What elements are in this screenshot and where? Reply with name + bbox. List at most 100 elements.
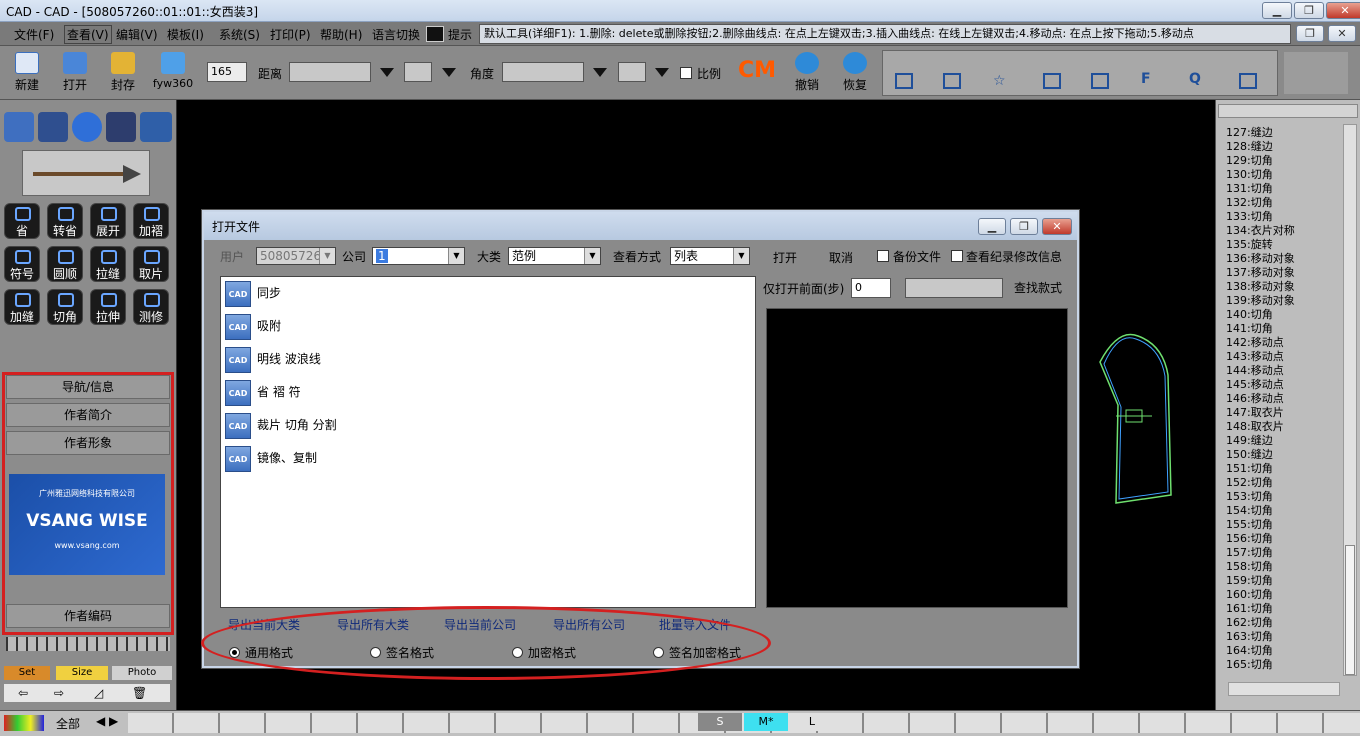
tree-item[interactable]: 153:切角 [1226, 490, 1273, 504]
printer-tool-icon[interactable] [140, 112, 172, 142]
cm-unit-button[interactable]: CM [738, 58, 776, 83]
tree-item[interactable]: 157:切角 [1226, 546, 1273, 560]
tree-item[interactable]: 162:切角 [1226, 616, 1273, 630]
company-select[interactable]: 1 ▼ [372, 247, 465, 265]
dialog-minimize-button[interactable]: ▁ [978, 218, 1006, 235]
restore-doc-button[interactable]: ❐ [1296, 25, 1324, 42]
undo-button[interactable]: 撤销 [786, 50, 828, 96]
angle-field[interactable] [502, 62, 584, 82]
tree-item[interactable]: 149:缝边 [1226, 434, 1273, 448]
tool-symbol[interactable]: 符号 [4, 246, 40, 282]
tree-item[interactable]: 151:切角 [1226, 462, 1273, 476]
tree-item[interactable]: 155:切角 [1226, 518, 1273, 532]
prev-size-arrow[interactable]: ◀ ▶ [96, 714, 118, 728]
size-tab[interactable]: Size [56, 666, 108, 680]
tool-measure[interactable]: 测修 [133, 289, 169, 325]
tree-item[interactable]: 146:移动点 [1226, 392, 1284, 406]
tree-item[interactable]: 148:取衣片 [1226, 420, 1284, 434]
tree-item[interactable]: 128:缝边 [1226, 140, 1273, 154]
tree-item[interactable]: 135:旋转 [1226, 238, 1273, 252]
tree-vscroll-thumb[interactable] [1345, 545, 1355, 675]
size-s-tab[interactable]: S [698, 713, 742, 731]
tool-take-piece[interactable]: 取片 [133, 246, 169, 282]
tool-stretch[interactable]: 拉伸 [90, 289, 126, 325]
menu-hint[interactable]: 提示 [448, 26, 472, 43]
size-l-tab[interactable]: L [790, 713, 834, 731]
cancel-button-dialog[interactable]: 取消 [829, 249, 853, 266]
find-style-input[interactable] [905, 278, 1003, 298]
tree-item[interactable]: 143:移动点 [1226, 350, 1284, 364]
tool-dart[interactable]: 省 [4, 203, 40, 239]
list-item[interactable]: CAD 裁片 切角 分割 [225, 411, 337, 439]
tool-stretch-seam[interactable]: 拉缝 [90, 246, 126, 282]
dialog-maximize-button[interactable]: ❐ [1010, 218, 1038, 235]
tree-item[interactable]: 133:切角 [1226, 210, 1273, 224]
menu-template[interactable]: 模板(I) [167, 26, 204, 43]
layers-tool-icon[interactable] [38, 112, 68, 142]
size-field[interactable]: 165 [207, 62, 247, 82]
shape-icon[interactable]: ◿ [94, 684, 103, 702]
redo-button[interactable]: 恢复 [834, 50, 876, 96]
view-mode-select[interactable]: 列表 ▼ [670, 247, 750, 265]
tree-vscrollbar[interactable] [1343, 124, 1357, 676]
tree-item[interactable]: 138:移动对象 [1226, 280, 1295, 294]
tree-item[interactable]: 132:切角 [1226, 196, 1273, 210]
f-icon[interactable]: F [1141, 71, 1151, 87]
list-item[interactable]: CAD 吸附 [225, 312, 281, 340]
pen-tool-icon[interactable] [4, 112, 34, 142]
list-icon[interactable] [895, 73, 913, 89]
tool-add-seam[interactable]: 加缝 [4, 289, 40, 325]
tree-item[interactable]: 141:切角 [1226, 322, 1273, 336]
set-tab[interactable]: Set [4, 666, 50, 680]
film-icon[interactable] [426, 26, 444, 42]
menu-view[interactable]: 查看(V) [64, 25, 112, 44]
distance-unit-field[interactable] [404, 62, 432, 82]
trash-icon[interactable]: 🗑 [132, 684, 147, 702]
ratio-checkbox[interactable] [680, 67, 692, 79]
print-icon[interactable] [1091, 73, 1109, 89]
list-item[interactable]: CAD 明线 波浪线 [225, 345, 321, 373]
tree-item[interactable]: 136:移动对象 [1226, 252, 1295, 266]
layout-icon[interactable] [1239, 73, 1257, 89]
tool-smooth[interactable]: 圆顺 [47, 246, 83, 282]
find-style-button[interactable]: 查找款式 [1014, 279, 1062, 296]
tree-item[interactable]: 140:切角 [1226, 308, 1273, 322]
triangle-tool-icon[interactable] [106, 112, 136, 142]
close-doc-button[interactable]: ✕ [1328, 25, 1356, 42]
view-log-checkbox[interactable] [951, 250, 963, 262]
menu-file[interactable]: 文件(F) [14, 26, 54, 43]
right-arrow-icon[interactable]: ⇨ [54, 684, 64, 702]
steps-input[interactable]: 0 [851, 278, 891, 298]
size-all-label[interactable]: 全部 [56, 715, 80, 732]
tree-item[interactable]: 137:移动对象 [1226, 266, 1295, 280]
menu-print[interactable]: 打印(P) [270, 26, 311, 43]
tree-item[interactable]: 139:移动对象 [1226, 294, 1295, 308]
tree-item[interactable]: 130:切角 [1226, 168, 1273, 182]
piece-icon[interactable] [943, 73, 961, 89]
angle-unit-field[interactable] [618, 62, 646, 82]
tree-item[interactable]: 129:切角 [1226, 154, 1273, 168]
tree-item[interactable]: 144:移动点 [1226, 364, 1284, 378]
category-select[interactable]: 范例 ▼ [508, 247, 601, 265]
tree-item[interactable]: 147:取衣片 [1226, 406, 1284, 420]
arrow-tool-icon[interactable] [22, 150, 150, 196]
star-icon[interactable]: ☆ [993, 73, 1011, 89]
file-list[interactable]: CAD 同步 CAD 吸附 CAD 明线 波浪线 CAD 省 褶 符 CAD 裁片 切角 … [220, 276, 756, 608]
fyw360-button[interactable]: fyw360 [150, 50, 196, 96]
dialog-close-button[interactable]: ✕ [1042, 218, 1072, 235]
distance-field[interactable] [289, 62, 371, 82]
tool-add-pleat[interactable]: 加褶 [133, 203, 169, 239]
tool-expand[interactable]: 展开 [90, 203, 126, 239]
angle-dropdown-icon[interactable] [593, 68, 607, 77]
menu-system[interactable]: 系统(S) [219, 26, 260, 43]
tree-item[interactable]: 150:缝边 [1226, 448, 1273, 462]
new-button[interactable]: 新建 [6, 50, 48, 96]
tree-item[interactable]: 156:切角 [1226, 532, 1273, 546]
color-palette-icon[interactable] [4, 715, 44, 731]
tree-item[interactable]: 164:切角 [1226, 644, 1273, 658]
photo-tab[interactable]: Photo [112, 666, 172, 680]
menu-language[interactable]: 语言切换 [372, 26, 420, 43]
user-select[interactable]: 508057260 ▼ [256, 247, 336, 265]
tree-hscrollbar[interactable] [1228, 682, 1340, 696]
circle-tool-icon[interactable] [72, 112, 102, 142]
